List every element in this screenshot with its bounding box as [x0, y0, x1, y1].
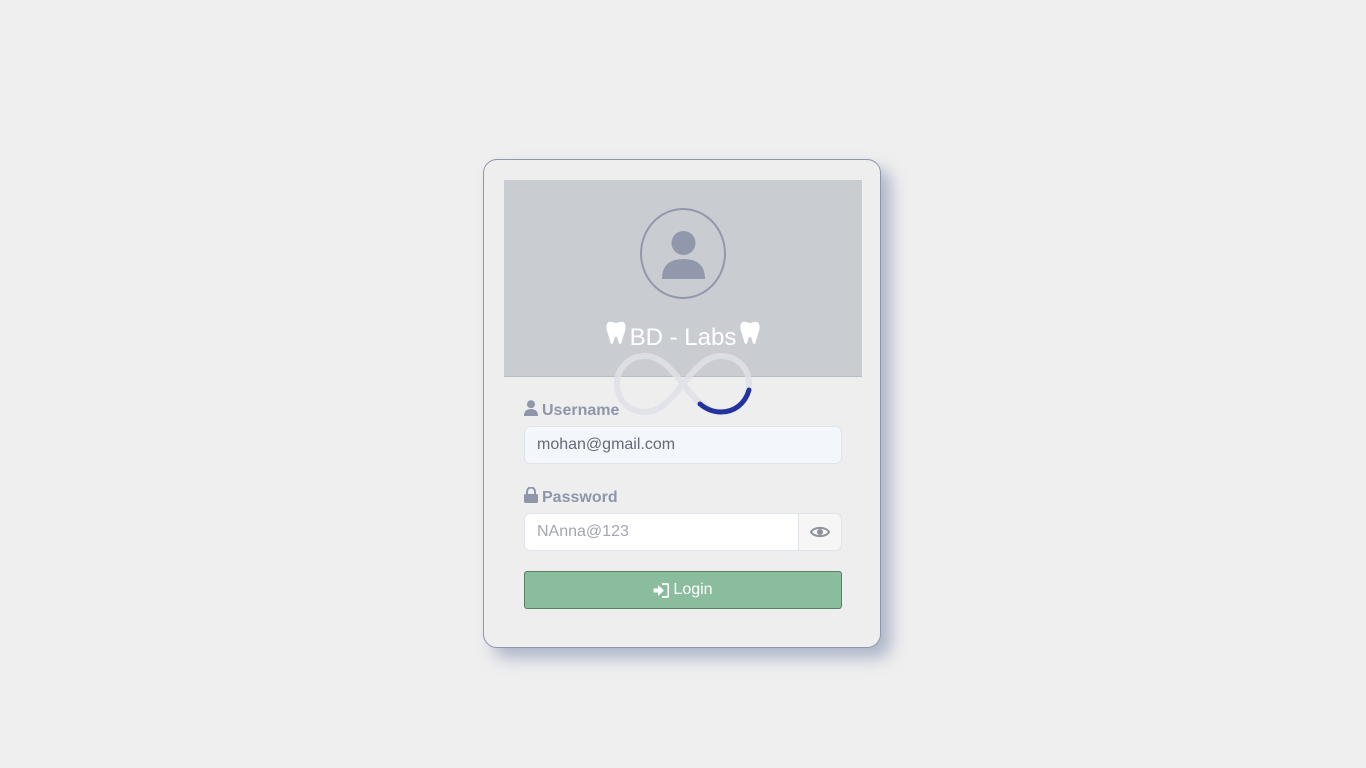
username-label-text: Username [542, 402, 620, 419]
login-card: BD - Labs Username Password [483, 159, 881, 648]
password-field[interactable] [524, 513, 799, 551]
brand-text: BD - Labs [629, 324, 737, 351]
login-button[interactable]: Login [524, 571, 842, 609]
username-field[interactable] [524, 426, 842, 464]
infinity-loader-icon [613, 352, 753, 416]
user-circle-icon [640, 208, 726, 299]
lock-icon [524, 486, 538, 503]
eye-icon [810, 526, 830, 538]
password-label-text: Password [542, 489, 618, 506]
username-label: Username [524, 400, 619, 420]
toggle-password-button[interactable] [798, 513, 842, 551]
password-label: Password [524, 486, 618, 507]
user-icon [524, 400, 538, 416]
login-button-label: Login [673, 581, 713, 598]
sign-in-icon [653, 582, 670, 598]
